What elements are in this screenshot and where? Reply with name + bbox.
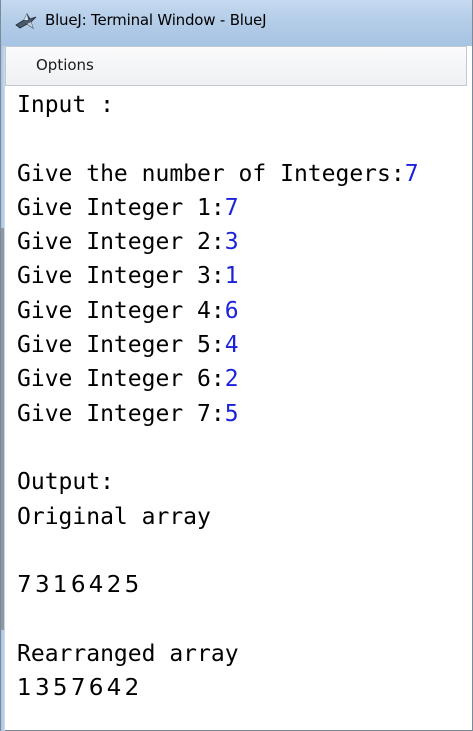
terminal-user-input: 2 [224, 366, 239, 393]
terminal-line: Original array [17, 500, 472, 534]
terminal-window: BlueJ: Terminal Window - BlueJ Options I… [0, 0, 473, 731]
terminal-line-text: Give Integer 6: [17, 366, 225, 393]
terminal-line: 7 3 1 6 4 2 5 [17, 568, 472, 602]
terminal-user-input: 5 [224, 400, 239, 427]
terminal-line: Output: [17, 465, 472, 499]
terminal-line-text: Give Integer 7: [17, 400, 225, 427]
terminal-user-input: 7 [404, 160, 419, 187]
terminal-line-text: Input : [17, 92, 114, 118]
terminal-line-text: Give Integer 3: [17, 263, 225, 290]
terminal-line-text: Original array [17, 503, 211, 530]
terminal-user-input: 7 [224, 194, 239, 221]
terminal-line-text: Rearranged array [17, 640, 239, 667]
terminal-line-text: Give Integer 2: [17, 229, 225, 256]
terminal-user-input: 1 [224, 263, 239, 290]
terminal-line: Give Integer 7:5 [17, 397, 472, 431]
terminal-output[interactable]: Input : Give the number of Integers:7 Give… [7, 88, 472, 730]
terminal-line: Give Integer 4:6 [17, 294, 472, 328]
terminal-line: Give the number of Integers:7 [17, 157, 472, 191]
menu-item-options[interactable]: Options [36, 56, 94, 74]
terminal-user-input: 3 [224, 229, 239, 256]
bluej-bird-icon [15, 11, 37, 31]
menu-bar: Options [5, 46, 467, 86]
title-bar[interactable]: BlueJ: Terminal Window - BlueJ [1, 0, 472, 46]
terminal-line-text: Give Integer 5: [17, 332, 225, 359]
terminal-line: Give Integer 1:7 [17, 191, 472, 225]
terminal-line: Give Integer 6:2 [17, 362, 472, 396]
terminal-line-text: 1 3 5 7 6 4 2 [17, 675, 139, 702]
terminal-line: 1 3 5 7 6 4 2 [17, 671, 472, 705]
terminal-line-text: Give Integer 1: [17, 194, 225, 221]
terminal-line: Give Integer 3:1 [17, 259, 472, 293]
scroll-indicator [1, 228, 4, 630]
terminal-line-text: 7 3 1 6 4 2 5 [17, 572, 139, 599]
terminal-user-input: 6 [224, 297, 239, 324]
terminal-line: Give Integer 5:4 [17, 328, 472, 362]
terminal-line-text: Give the number of Integers: [17, 160, 405, 187]
window-title: BlueJ: Terminal Window - BlueJ [45, 11, 267, 29]
terminal-line-text: Give Integer 4: [17, 297, 225, 324]
terminal-line: Rearranged array [17, 637, 472, 671]
terminal-user-input: 4 [224, 332, 239, 359]
terminal-line: Input : [17, 88, 472, 122]
terminal-line-text: Output: [17, 469, 114, 496]
terminal-line: Give Integer 2:3 [17, 225, 472, 259]
